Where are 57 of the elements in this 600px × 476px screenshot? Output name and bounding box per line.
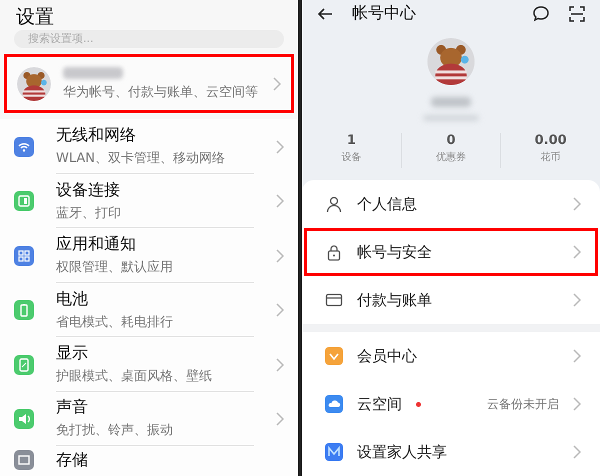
chevron-icon — [276, 412, 284, 426]
chevron-icon — [276, 140, 284, 154]
setting-subtitle: 省电模式、耗电排行 — [56, 314, 174, 331]
menu-row[interactable]: 设置家人共享 — [304, 428, 598, 476]
profile-row[interactable]: 华为帐号、付款与账单、云空间等 — [4, 54, 294, 114]
setting-title[interactable]: 显示 — [56, 343, 254, 364]
page-title: 设置 — [15, 5, 55, 30]
scan-icon[interactable] — [568, 4, 586, 23]
setting-title[interactable]: 无线和网络 — [56, 125, 254, 146]
chevron-icon — [273, 76, 281, 91]
setting-title[interactable]: 声音 — [56, 397, 254, 418]
chevron-icon — [573, 197, 581, 211]
setting-title[interactable]: 电池 — [56, 288, 254, 310]
menu-label: 付款与账单 — [357, 290, 432, 310]
menu-row[interactable]: 付款与账单 — [304, 276, 598, 324]
menu-row[interactable]: 云空间 云备份未开启 — [304, 380, 598, 428]
stat-value: 0 — [446, 132, 456, 148]
stat-label: 优惠券 — [436, 150, 466, 164]
menu-label: 会员中心 — [357, 346, 417, 366]
menu-row[interactable]: 帐号与安全 — [304, 228, 598, 276]
cloud-icon — [325, 395, 343, 413]
setting-subtitle: 免打扰、铃声、振动 — [56, 422, 174, 440]
stat-value: 1 — [346, 132, 356, 148]
chevron-icon — [573, 245, 581, 259]
setting-subtitle: WLAN、双卡管理、移动网络 — [56, 150, 226, 168]
setting-subtitle: 权限管理、默认应用 — [56, 259, 174, 276]
stat-label: 设备 — [341, 150, 362, 164]
chevron-icon — [573, 397, 581, 411]
menu-row[interactable]: 会员中心 — [304, 332, 598, 380]
blurred-name — [431, 96, 471, 107]
chevron-icon — [276, 358, 284, 372]
setting-subtitle: 护眼模式、桌面风格、壁纸 — [56, 368, 213, 385]
card-icon — [325, 291, 343, 309]
chevron-icon — [573, 349, 581, 363]
chevron-icon — [276, 248, 284, 263]
menu-label: 云空间 — [357, 394, 402, 414]
search-field[interactable]: 搜索设置项... — [14, 30, 284, 48]
lock-icon — [325, 243, 343, 261]
setting-title[interactable]: 设备连接 — [56, 180, 254, 201]
chat-bubble-icon[interactable] — [532, 4, 550, 23]
page-title: 帐号中心 — [352, 3, 417, 24]
chevron-icon — [276, 194, 284, 208]
menu-label: 设置家人共享 — [357, 442, 447, 462]
person-icon — [325, 195, 343, 213]
setting-subtitle: 蓝牙、打印 — [56, 204, 122, 222]
menu-label: 帐号与安全 — [357, 242, 432, 262]
blurred-name — [63, 66, 123, 79]
menu-status: 云备份未开启 — [487, 396, 559, 412]
chevron-icon — [276, 303, 284, 318]
profile-subtitle: 华为帐号、付款与账单、云空间等 — [63, 84, 259, 101]
setting-title[interactable]: 应用和通知 — [56, 234, 254, 256]
chevron-icon — [573, 293, 581, 307]
menu-label: 个人信息 — [357, 194, 417, 214]
chevron-icon — [573, 445, 581, 459]
menu-row[interactable]: 个人信息 — [304, 180, 598, 228]
stat-value: 0.00 — [534, 132, 567, 148]
stat-label: 花币 — [540, 150, 561, 164]
